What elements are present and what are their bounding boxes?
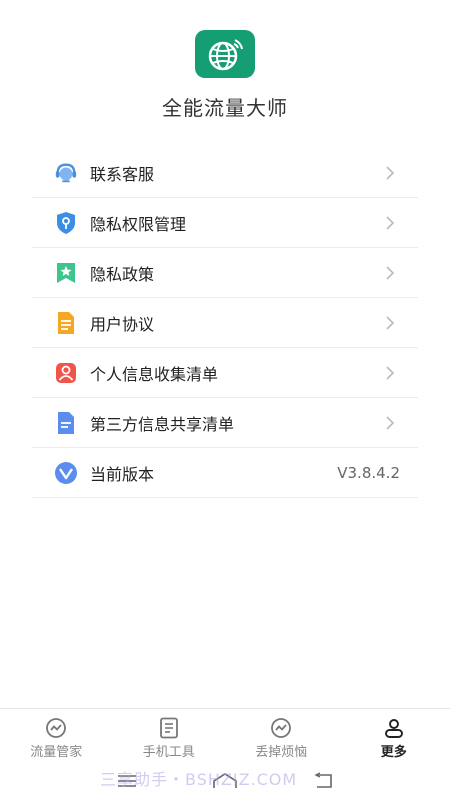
chevron-right-icon — [382, 315, 398, 331]
home-nav-icon[interactable] — [211, 772, 239, 794]
chevron-right-icon — [382, 365, 398, 381]
menu-item-contact-service[interactable]: 联系客服 — [32, 148, 418, 198]
menu-item-user-agreement[interactable]: 用户协议 — [32, 298, 418, 348]
menu-item-current-version: 当前版本 V3.8.4.2 — [32, 448, 418, 498]
app-logo — [195, 30, 255, 78]
menu-item-personal-info[interactable]: 个人信息收集清单 — [32, 348, 418, 398]
tab-more[interactable]: 更多 — [338, 709, 450, 766]
tab-label: 流量管家 — [30, 745, 83, 760]
app-title: 全能流量大师 — [162, 96, 288, 120]
personal-info-icon — [54, 361, 78, 385]
traffic-gauge-icon — [44, 717, 68, 739]
app-header: 全能流量大师 — [0, 0, 450, 140]
more-person-icon — [382, 717, 406, 739]
menu-item-label: 隐私权限管理 — [90, 214, 187, 234]
menu-item-label: 隐私政策 — [90, 264, 155, 284]
tab-relax[interactable]: 丢掉烦恼 — [225, 709, 338, 766]
chevron-right-icon — [382, 265, 398, 281]
chevron-right-icon — [382, 165, 398, 181]
menu-item-label: 联系客服 — [90, 164, 155, 184]
back-nav-icon[interactable] — [312, 772, 334, 794]
menu-item-label: 当前版本 — [90, 464, 155, 484]
version-value: V3.8.4.2 — [337, 463, 400, 482]
menu-item-privacy-permission[interactable]: 隐私权限管理 — [32, 198, 418, 248]
privacy-shield-icon — [54, 211, 78, 235]
menu-item-third-party-sharing[interactable]: 第三方信息共享清单 — [32, 398, 418, 448]
tab-label: 手机工具 — [142, 745, 195, 760]
third-party-doc-icon — [54, 411, 78, 435]
system-nav-bar — [0, 766, 450, 800]
agreement-document-icon — [54, 311, 78, 335]
policy-bookmark-icon — [54, 261, 78, 285]
customer-service-icon — [54, 161, 78, 185]
bottom-tab-bar: 流量管家 手机工具 丢掉烦恼 更多 — [0, 708, 450, 766]
menu-item-label: 第三方信息共享清单 — [90, 414, 235, 434]
relax-gauge-icon — [269, 717, 293, 739]
menu-item-label: 用户协议 — [90, 314, 155, 334]
version-v-icon — [54, 461, 78, 485]
tab-label: 丢掉烦恼 — [255, 745, 308, 760]
tab-traffic-manager[interactable]: 流量管家 — [0, 709, 113, 766]
globe-wifi-icon — [208, 39, 243, 71]
chevron-right-icon — [382, 215, 398, 231]
tab-phone-tools[interactable]: 手机工具 — [113, 709, 226, 766]
settings-menu: 联系客服 隐私权限管理 隐私政策 用户协议 个人信息收集清单 第三方信息共享清单… — [32, 148, 418, 498]
tab-label: 更多 — [380, 745, 407, 760]
tools-list-icon — [157, 717, 181, 739]
menu-nav-icon[interactable] — [116, 773, 138, 793]
chevron-right-icon — [382, 415, 398, 431]
menu-item-privacy-policy[interactable]: 隐私政策 — [32, 248, 418, 298]
menu-item-label: 个人信息收集清单 — [90, 364, 219, 384]
